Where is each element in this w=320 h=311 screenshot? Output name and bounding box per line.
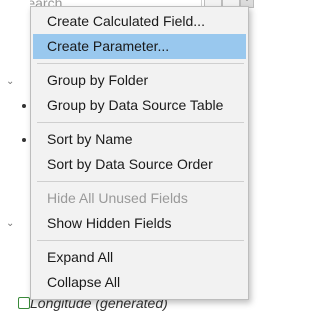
menu-item-group-by-data-source-table[interactable]: Group by Data Source Table — [22, 93, 246, 118]
left-tree-strip: ⌄ ⌄ — [0, 0, 30, 304]
checked-bullet-icon — [22, 138, 26, 142]
menu-separator — [37, 240, 244, 241]
menu-separator — [37, 181, 244, 182]
menu-item-label: Group by Data Source Table — [47, 97, 224, 113]
menu-item-label: Hide All Unused Fields — [47, 190, 188, 206]
chevron-down-icon[interactable]: ⌄ — [6, 218, 14, 229]
menu-item-expand-all[interactable]: Expand All — [33, 245, 246, 270]
checked-bullet-icon — [22, 104, 26, 108]
menu-item-hide-all-unused-fields: Hide All Unused Fields — [33, 186, 246, 211]
menu-item-label: Create Parameter... — [47, 38, 170, 54]
menu-separator — [37, 63, 244, 64]
menu-item-sort-by-data-source-order[interactable]: Sort by Data Source Order — [33, 152, 246, 177]
menu-item-label: Sort by Data Source Order — [47, 156, 213, 172]
menu-item-show-hidden-fields[interactable]: Show Hidden Fields — [33, 211, 246, 236]
menu-item-label: Expand All — [47, 249, 114, 265]
menu-item-label: Sort by Name — [47, 131, 133, 147]
menu-item-collapse-all[interactable]: Collapse All — [33, 270, 246, 295]
chevron-down-icon[interactable]: ⌄ — [6, 76, 14, 87]
geo-field-icon — [18, 297, 30, 309]
menu-item-label: Collapse All — [47, 274, 121, 290]
menu-item-label: Show Hidden Fields — [47, 215, 172, 231]
menu-item-create-parameter[interactable]: Create Parameter... — [33, 34, 246, 59]
menu-item-create-calculated-field[interactable]: Create Calculated Field... — [33, 9, 246, 34]
menu-item-label: Group by Folder — [47, 72, 149, 88]
menu-item-sort-by-name[interactable]: Sort by Name — [22, 127, 246, 152]
menu-item-group-by-folder[interactable]: Group by Folder — [33, 68, 246, 93]
context-menu: Create Calculated Field... Create Paramet… — [22, 6, 249, 300]
menu-separator — [37, 122, 244, 123]
menu-item-label: Create Calculated Field... — [47, 13, 205, 29]
